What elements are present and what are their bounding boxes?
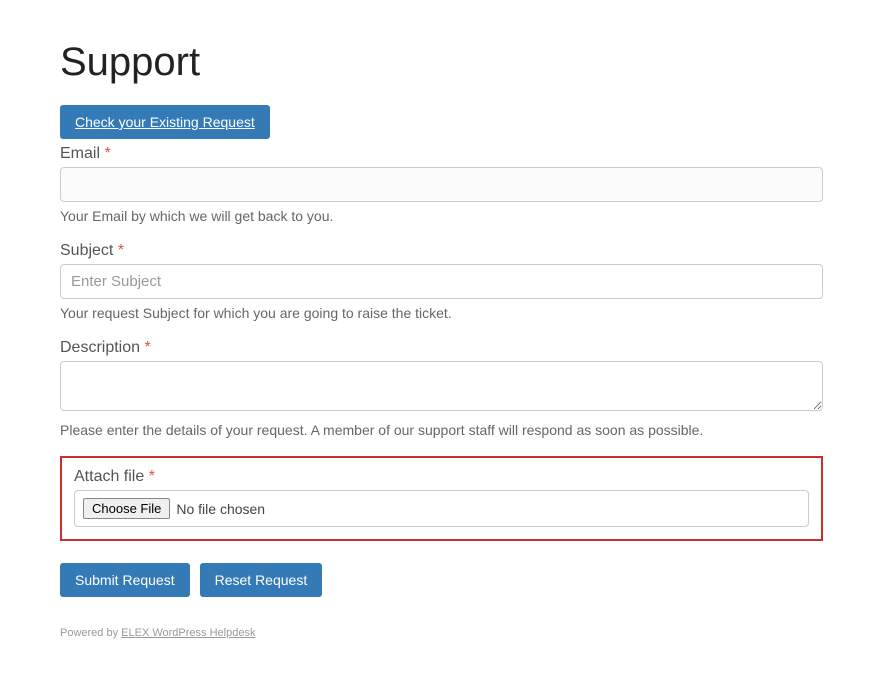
attach-file-section: Attach file * Choose File No file chosen [60, 456, 823, 541]
description-textarea[interactable] [60, 361, 823, 411]
email-label-text: Email [60, 145, 100, 162]
check-existing-request-button[interactable]: Check your Existing Request [60, 105, 270, 139]
powered-by-link[interactable]: ELEX WordPress Helpdesk [121, 627, 255, 639]
powered-by-footer: Powered by ELEX WordPress Helpdesk [60, 627, 823, 639]
subject-label: Subject * [60, 242, 823, 260]
required-marker: * [144, 339, 150, 356]
email-field-group: Email * Your Email by which we will get … [60, 145, 823, 224]
required-marker: * [104, 145, 110, 162]
email-help-text: Your Email by which we will get back to … [60, 208, 823, 224]
subject-help-text: Your request Subject for which you are g… [60, 305, 823, 321]
choose-file-button[interactable]: Choose File [83, 498, 170, 519]
subject-label-text: Subject [60, 242, 113, 259]
page-title: Support [60, 40, 823, 85]
subject-input[interactable] [60, 264, 823, 299]
email-input[interactable] [60, 167, 823, 202]
file-input-box: Choose File No file chosen [74, 490, 809, 527]
action-buttons-row: Submit Request Reset Request [60, 563, 823, 597]
powered-by-prefix: Powered by [60, 627, 121, 639]
file-status-text: No file chosen [176, 501, 265, 517]
description-label-text: Description [60, 339, 140, 356]
required-marker: * [149, 468, 155, 485]
required-marker: * [118, 242, 124, 259]
email-label: Email * [60, 145, 823, 163]
attach-file-label: Attach file * [74, 468, 809, 486]
attach-file-label-text: Attach file [74, 468, 144, 485]
subject-field-group: Subject * Your request Subject for which… [60, 242, 823, 321]
reset-request-button[interactable]: Reset Request [200, 563, 323, 597]
submit-request-button[interactable]: Submit Request [60, 563, 190, 597]
description-help-text: Please enter the details of your request… [60, 422, 823, 438]
description-label: Description * [60, 339, 823, 357]
description-field-group: Description * Please enter the details o… [60, 339, 823, 438]
